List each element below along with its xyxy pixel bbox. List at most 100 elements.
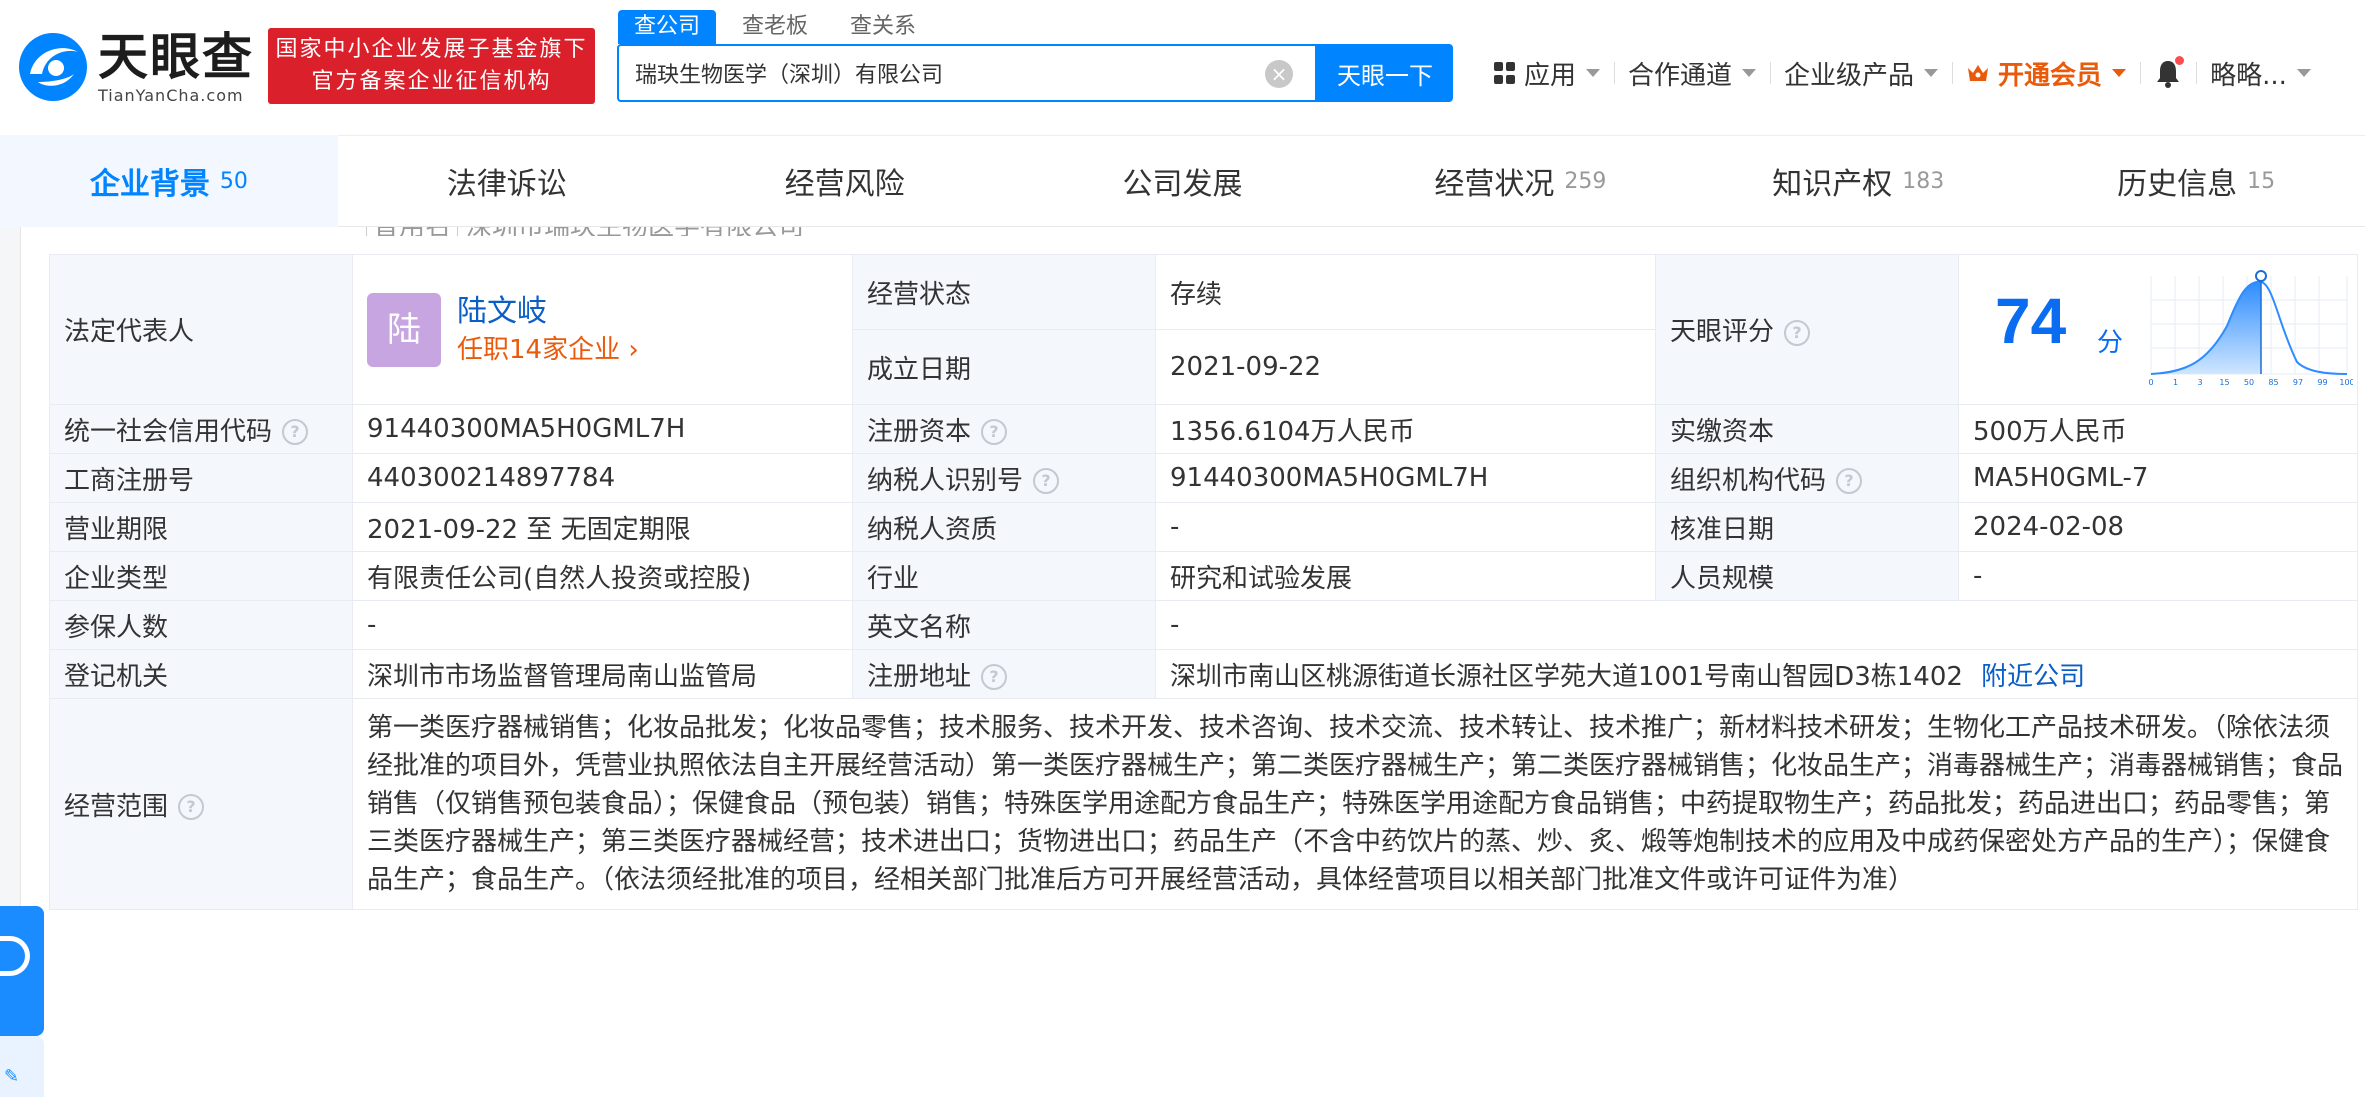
chevron-down-icon bbox=[1586, 69, 1601, 77]
apps-grid-icon bbox=[1494, 62, 1516, 84]
score-tick-label: 99 bbox=[2317, 378, 2327, 387]
org-code-value: MA5H0GML-7 bbox=[1958, 453, 2358, 503]
promo-line-1: 国家中小企业发展子基金旗下 bbox=[275, 37, 588, 62]
address-value: 深圳市南山区桃源街道长源社区学苑大道1001号南山智园D3栋1402 bbox=[1170, 661, 1963, 692]
chevron-down-icon bbox=[1742, 69, 1757, 77]
type-value: 有限责任公司(自然人投资或控股) bbox=[352, 551, 853, 601]
tab-risk[interactable]: 经营风险 bbox=[676, 135, 1014, 227]
insured-value: - bbox=[352, 600, 853, 650]
reg-capital-label-cell: 注册资本? bbox=[852, 404, 1156, 454]
nav-vip[interactable]: 开通会员 bbox=[1952, 50, 2140, 96]
scope-label: 经营范围 bbox=[64, 791, 169, 822]
industry-value: 研究和试验发展 bbox=[1155, 551, 1656, 601]
clear-icon[interactable]: × bbox=[1265, 60, 1293, 88]
table-row: 工商注册号 440300214897784 纳税人识别号? 91440300MA… bbox=[49, 453, 2358, 503]
legal-rep-roles-link[interactable]: 任职14家企业 › bbox=[457, 332, 639, 368]
score-cell[interactable]: 74 分 0 1 3 15 50 85 97 99 100 bbox=[1958, 254, 2358, 405]
tab-label: 经营状况 bbox=[1434, 167, 1555, 202]
top-header: 天眼查 TianYanCha.com 国家中小企业发展子基金旗下 官方备案企业征… bbox=[0, 0, 2365, 135]
search-tab-boss[interactable]: 查老板 bbox=[726, 10, 824, 44]
tab-operations[interactable]: 经营状况 259 bbox=[1351, 135, 1689, 227]
chevron-right-icon: › bbox=[628, 334, 639, 365]
score-unit: 分 bbox=[2097, 327, 2124, 358]
avatar[interactable]: 陆 bbox=[367, 292, 441, 367]
approved-value: 2024-02-08 bbox=[1958, 502, 2358, 552]
taxpayer-id-label-cell: 纳税人识别号? bbox=[852, 453, 1156, 503]
search-button[interactable]: 天眼一下 bbox=[1317, 44, 1453, 102]
help-icon[interactable]: ? bbox=[1033, 468, 1060, 494]
tab-label: 公司发展 bbox=[1122, 167, 1243, 202]
paid-capital-value: 500万人民币 bbox=[1958, 404, 2358, 454]
authority-label: 登记机关 bbox=[49, 649, 353, 699]
score-tick-label: 0 bbox=[2148, 378, 2153, 387]
tab-development[interactable]: 公司发展 bbox=[1014, 135, 1352, 227]
chevron-down-icon bbox=[2112, 69, 2127, 77]
table-row: 企业类型 有限责任公司(自然人投资或控股) 行业 研究和试验发展 人员规模 - bbox=[49, 551, 2358, 601]
nav-user[interactable]: 略略... bbox=[2196, 50, 2325, 96]
tab-count: 15 bbox=[2247, 168, 2276, 194]
help-icon[interactable]: ? bbox=[981, 419, 1008, 445]
tianyancha-logo-icon bbox=[19, 33, 87, 101]
search-type-tabs: 查公司 查老板 查关系 bbox=[618, 10, 942, 44]
floating-service-widget[interactable]: ✎ bbox=[0, 906, 44, 1097]
org-code-label: 组织机构代码 bbox=[1670, 465, 1827, 496]
chevron-down-icon bbox=[1924, 69, 1939, 77]
taxpayer-qual-value: - bbox=[1155, 502, 1656, 552]
score-label-cell: 天眼评分? bbox=[1655, 254, 1959, 405]
help-icon[interactable]: ? bbox=[1784, 319, 1811, 346]
logo-domain: TianYanCha.com bbox=[98, 85, 244, 105]
promo-banner[interactable]: 国家中小企业发展子基金旗下 官方备案企业征信机构 bbox=[268, 28, 595, 104]
term-label: 营业期限 bbox=[49, 502, 353, 552]
founded-label: 成立日期 bbox=[852, 329, 1156, 405]
nearby-companies-link[interactable]: 附近公司 bbox=[1981, 662, 2085, 692]
paid-capital-label: 实缴资本 bbox=[1655, 404, 1959, 454]
search-tab-relation[interactable]: 查关系 bbox=[834, 10, 932, 44]
tab-enterprise-background[interactable]: 企业背景 50 bbox=[0, 135, 338, 227]
table-row: 法定代表人 陆 陆文岐 任职14家企业 › 经营状态 存续 天眼评分? 74 分 bbox=[49, 254, 2358, 405]
site-logo[interactable]: 天眼查 TianYanCha.com bbox=[16, 27, 256, 105]
nav-partner[interactable]: 合作通道 bbox=[1614, 50, 1770, 96]
help-icon[interactable]: ? bbox=[1836, 468, 1863, 494]
taxpayer-id-value: 91440300MA5H0GML7H bbox=[1155, 453, 1656, 503]
logo-name: 天眼查 bbox=[98, 27, 254, 86]
bell-icon bbox=[2154, 56, 2185, 88]
legal-rep-roles: 任职14家企业 bbox=[457, 334, 621, 365]
table-row: 登记机关 深圳市市场监督管理局南山监管局 注册地址? 深圳市南山区桃源街道长源社… bbox=[49, 649, 2358, 699]
chat-icon[interactable] bbox=[0, 906, 44, 1036]
nav-apps[interactable]: 应用 bbox=[1480, 50, 1614, 96]
taxpayer-qual-label: 纳税人资质 bbox=[852, 502, 1156, 552]
help-icon[interactable]: ? bbox=[178, 794, 205, 820]
nav-user-label: 略略... bbox=[2210, 60, 2287, 91]
score-value: 74 bbox=[1995, 284, 2067, 357]
status-value: 存续 bbox=[1155, 254, 1656, 330]
search-input[interactable] bbox=[635, 46, 1235, 100]
feedback-tab[interactable]: ✎ bbox=[0, 1036, 44, 1097]
tab-legal[interactable]: 法律诉讼 bbox=[338, 135, 676, 227]
score-tick-label: 50 bbox=[2244, 378, 2254, 387]
nav-apps-label: 应用 bbox=[1524, 60, 1577, 91]
tab-ip[interactable]: 知识产权 183 bbox=[1689, 135, 2027, 227]
nav-enterprise[interactable]: 企业级产品 bbox=[1770, 50, 1952, 96]
tab-count: 50 bbox=[219, 168, 248, 194]
tab-count: 183 bbox=[1902, 168, 1945, 194]
top-nav: 应用 合作通道 企业级产品 开通会员 略略... bbox=[1480, 50, 2325, 96]
score-tick-label: 100 bbox=[2339, 378, 2353, 387]
legal-rep-name[interactable]: 陆文岐 bbox=[457, 292, 639, 332]
search-tab-company[interactable]: 查公司 bbox=[618, 10, 717, 44]
credit-code-label: 统一社会信用代码 bbox=[64, 416, 273, 447]
score-tick-label: 97 bbox=[2293, 378, 2303, 387]
legal-rep-cell: 陆 陆文岐 任职14家企业 › bbox=[352, 254, 853, 405]
nav-notifications[interactable] bbox=[2140, 50, 2196, 96]
tab-history[interactable]: 历史信息 15 bbox=[2027, 135, 2365, 227]
business-info-table: 法定代表人 陆 陆文岐 任职14家企业 › 经营状态 存续 天眼评分? 74 分 bbox=[49, 254, 2358, 910]
founded-value: 2021-09-22 bbox=[1155, 329, 1656, 405]
score-tick-label: 85 bbox=[2268, 378, 2278, 387]
notification-dot bbox=[2175, 56, 2185, 65]
biz-reg-no-label: 工商注册号 bbox=[49, 453, 353, 503]
help-icon[interactable]: ? bbox=[981, 664, 1008, 690]
help-icon[interactable]: ? bbox=[282, 419, 309, 445]
section-tabs: 企业背景 50 法律诉讼 经营风险 公司发展 经营状况 259 知识产权 183 历史… bbox=[0, 135, 2365, 227]
tab-label: 历史信息 bbox=[2117, 167, 2238, 202]
staff-label: 人员规模 bbox=[1655, 551, 1959, 601]
tab-count: 259 bbox=[1564, 168, 1607, 194]
